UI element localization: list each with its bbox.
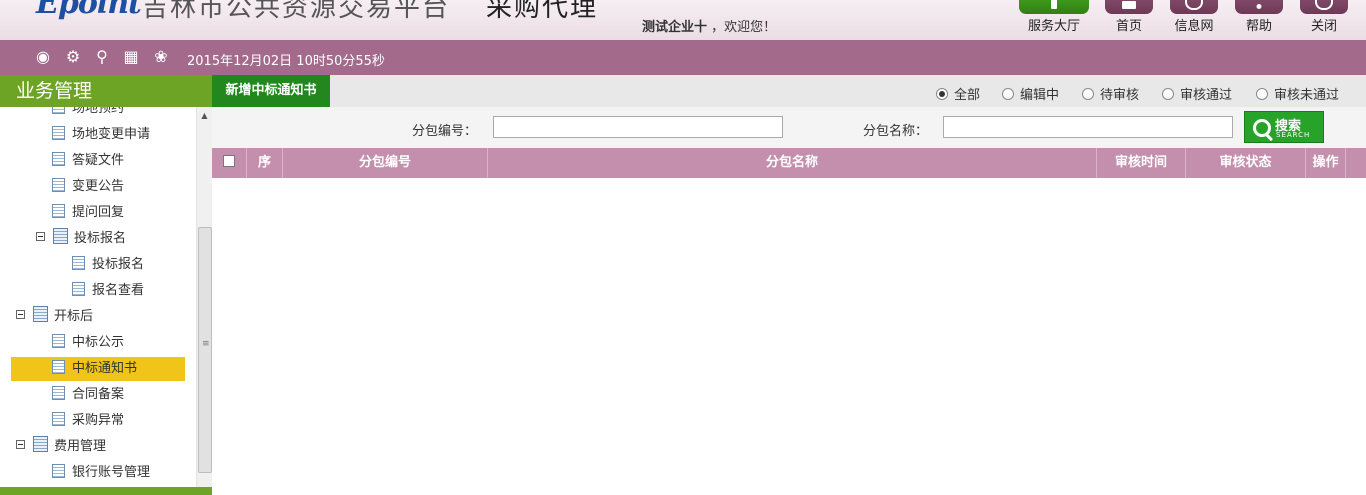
sidebar-item-bid-registration[interactable]: 投标报名 xyxy=(72,253,144,277)
sidebar-item-registration-view[interactable]: 报名查看 xyxy=(72,279,144,303)
welcome-text: 测试企业十 ，欢迎您！ xyxy=(642,16,776,35)
filter-all[interactable]: 全部 xyxy=(936,84,980,103)
document-icon xyxy=(52,126,65,140)
sidebar-item-question-reply[interactable]: 提问回复 xyxy=(52,201,124,225)
logo: Epoint xyxy=(36,0,142,21)
sidebar-scrollbar[interactable]: ▲ ≡ xyxy=(196,107,212,487)
main-panel: 新增中标通知书 全部 编辑中 待审核 审核通过 审核未通过 分包编号： 分包名称… xyxy=(212,75,1366,495)
message-icon[interactable]: ◉ xyxy=(34,48,52,66)
add-award-notice-button[interactable]: 新增中标通知书 xyxy=(212,75,330,107)
sidebar-item-procurement-exception[interactable]: 采购异常 xyxy=(52,409,124,433)
home-button[interactable]: 首页 xyxy=(1097,0,1161,40)
close-button[interactable]: 关闭 xyxy=(1292,0,1356,40)
sidebar: 业务管理 场地预约 场地变更申请 答疑文件 变更公告 提问回复 投标报名 投标报… xyxy=(0,75,213,495)
select-all-checkbox[interactable] xyxy=(223,155,235,167)
radio-checked-icon xyxy=(936,88,948,100)
sidebar-folder-after-opening[interactable]: 开标后 xyxy=(16,305,93,329)
sidebar-title: 业务管理 xyxy=(0,75,212,107)
sidebar-item-venue-change[interactable]: 场地变更申请 xyxy=(52,123,150,147)
power-icon xyxy=(1300,0,1348,14)
search-button[interactable]: 搜索 SEARCH xyxy=(1244,111,1324,143)
home-icon xyxy=(1105,0,1153,14)
sidebar-item-qa-files[interactable]: 答疑文件 xyxy=(52,149,124,173)
current-datetime: 2015年12月02日 10时50分55秒 xyxy=(187,54,385,69)
radio-icon xyxy=(1256,88,1268,100)
radio-icon xyxy=(1002,88,1014,100)
package-name-label: 分包名称： xyxy=(863,124,929,139)
sidebar-item-venue-booking[interactable]: 场地预约 xyxy=(52,107,124,121)
scroll-up-arrow-icon[interactable]: ▲ xyxy=(197,109,212,123)
document-icon xyxy=(72,256,85,270)
sidebar-item-award-publicity[interactable]: 中标公示 xyxy=(52,331,124,355)
globe-icon xyxy=(1170,0,1218,14)
radio-icon xyxy=(1162,88,1174,100)
gift-icon[interactable]: ▦ xyxy=(122,48,140,66)
top-header: Epoint 吉林市公共资源交易平台 采购代理 测试企业十 ，欢迎您！ 服务大厅… xyxy=(0,0,1366,40)
folder-book-icon xyxy=(33,436,48,452)
collapse-icon[interactable] xyxy=(16,440,25,449)
toolbar: 新增中标通知书 全部 编辑中 待审核 审核通过 审核未通过 xyxy=(212,75,1366,107)
filter-pending-review[interactable]: 待审核 xyxy=(1082,84,1139,103)
sidebar-next-section-bar[interactable] xyxy=(0,487,212,495)
document-icon xyxy=(52,178,65,192)
table-body xyxy=(212,178,1366,495)
document-icon xyxy=(52,386,65,400)
column-header-package-name[interactable]: 分包名称 xyxy=(488,148,1097,178)
document-icon xyxy=(52,107,65,114)
sidebar-item-bank-account[interactable]: 银行账号管理 xyxy=(52,461,150,485)
nav-tree: 场地预约 场地变更申请 答疑文件 变更公告 提问回复 投标报名 投标报名 报名查… xyxy=(0,107,196,487)
welcome-suffix: ，欢迎您！ xyxy=(711,20,777,35)
column-header-review-status[interactable]: 审核状态 xyxy=(1186,148,1306,178)
document-icon xyxy=(52,412,65,426)
document-icon xyxy=(52,464,65,478)
filter-approved[interactable]: 审核通过 xyxy=(1162,84,1232,103)
search-icon xyxy=(1253,119,1271,137)
folder-book-icon xyxy=(33,306,48,322)
package-no-label: 分包编号： xyxy=(412,124,478,139)
column-header-review-time[interactable]: 审核时间 xyxy=(1097,148,1186,178)
key-icon[interactable]: ⚲ xyxy=(93,48,111,66)
sidebar-item-award-notice[interactable]: 中标通知书 xyxy=(11,357,185,381)
module-title: 采购代理 xyxy=(486,0,599,23)
palette-icon[interactable]: ❀ xyxy=(152,48,170,66)
folder-book-icon xyxy=(53,228,68,244)
sidebar-folder-bid-registration[interactable]: 投标报名 xyxy=(36,227,126,251)
welcome-user: 测试企业十 xyxy=(642,20,708,35)
package-name-input[interactable] xyxy=(943,116,1233,138)
help-icon xyxy=(1235,0,1283,14)
scroll-thumb[interactable]: ≡ xyxy=(198,227,212,473)
document-icon xyxy=(52,334,65,348)
info-web-button[interactable]: 信息网 xyxy=(1162,0,1226,40)
column-header-index: 序 xyxy=(247,148,283,178)
sidebar-item-contract-filing[interactable]: 合同备案 xyxy=(52,383,124,407)
sidebar-item-change-notice[interactable]: 变更公告 xyxy=(52,175,124,199)
filter-editing[interactable]: 编辑中 xyxy=(1002,84,1059,103)
document-icon xyxy=(52,360,65,374)
service-hall-button[interactable]: 服务大厅 xyxy=(1019,0,1089,40)
document-icon xyxy=(52,152,65,166)
radio-icon xyxy=(1082,88,1094,100)
platform-title: 吉林市公共资源交易平台 xyxy=(142,0,451,23)
document-icon xyxy=(72,282,85,296)
service-hall-icon xyxy=(1019,0,1089,14)
table-header: 序 分包编号 分包名称 审核时间 审核状态 操作 xyxy=(212,148,1366,178)
filter-rejected[interactable]: 审核未通过 xyxy=(1256,84,1339,103)
help-button[interactable]: 帮助 xyxy=(1227,0,1291,40)
package-no-input[interactable] xyxy=(493,116,783,138)
select-all-cell[interactable] xyxy=(212,148,247,178)
search-bar: 分包编号： 分包名称： 搜索 SEARCH xyxy=(212,107,1366,148)
gear-icon[interactable]: ⚙ xyxy=(64,48,82,66)
sidebar-folder-fee-management[interactable]: 费用管理 xyxy=(16,435,106,459)
column-header-package-no[interactable]: 分包编号 xyxy=(283,148,488,178)
document-icon xyxy=(52,204,65,218)
collapse-icon[interactable] xyxy=(16,310,25,319)
status-bar: ◉ ⚙ ⚲ ▦ ❀ 2015年12月02日 10时50分55秒 xyxy=(0,40,1366,75)
column-header-actions: 操作 xyxy=(1306,148,1346,178)
collapse-icon[interactable] xyxy=(36,232,45,241)
